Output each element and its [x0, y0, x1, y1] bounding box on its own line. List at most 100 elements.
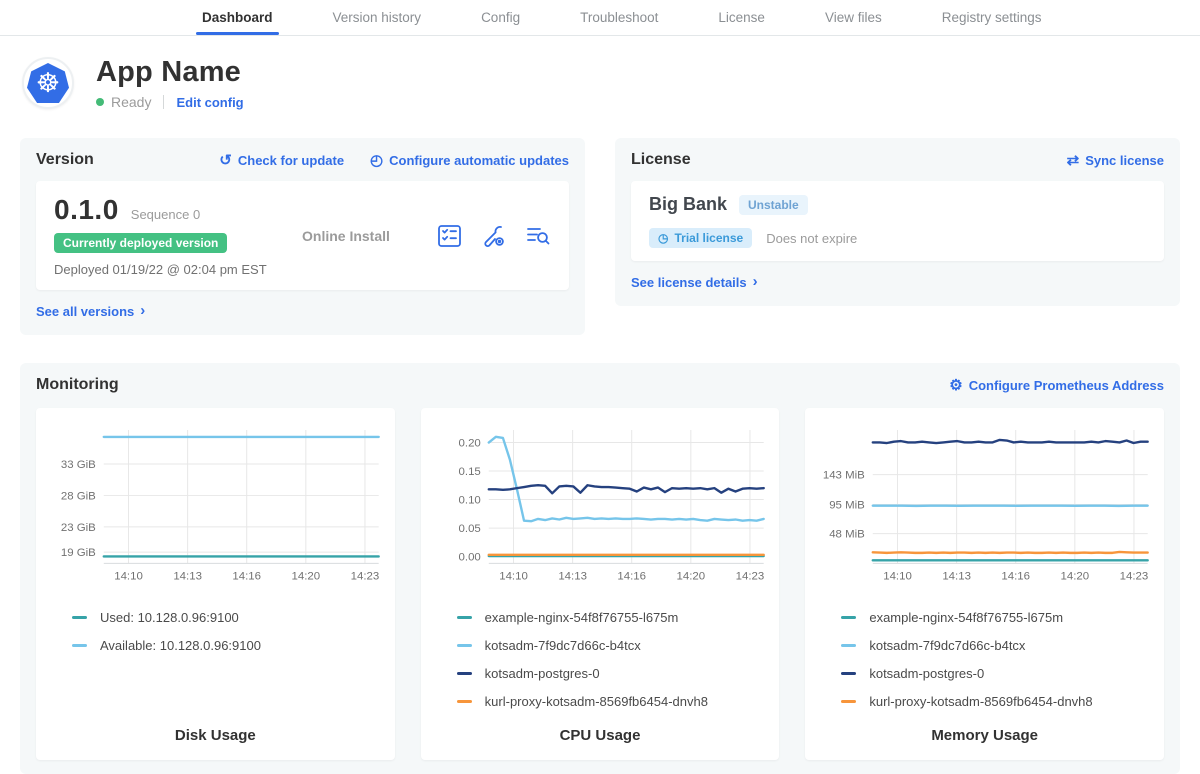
- legend-swatch: [841, 616, 856, 619]
- expiry-text: Does not expire: [766, 231, 857, 246]
- legend-item: example-nginx-54f8f76755-l675m: [841, 610, 1156, 625]
- legend-swatch: [457, 644, 472, 647]
- svg-text:14:10: 14:10: [884, 570, 913, 582]
- memory-usage-chart-panel: 143 MiB95 MiB48 MiB14:1014:1314:1614:201…: [805, 408, 1164, 760]
- tab-dashboard[interactable]: Dashboard: [178, 0, 297, 35]
- svg-text:14:16: 14:16: [1002, 570, 1031, 582]
- app-header: ☸ App Name Ready Edit config: [22, 56, 1200, 110]
- edit-config-link[interactable]: Edit config: [176, 95, 243, 110]
- config-wrench-icon[interactable]: [481, 224, 507, 248]
- legend-item: Used: 10.128.0.96:9100: [72, 610, 387, 625]
- preflight-checks-icon[interactable]: [437, 224, 463, 248]
- svg-text:48 MiB: 48 MiB: [830, 529, 866, 541]
- divider: [163, 95, 164, 109]
- svg-text:14:13: 14:13: [943, 570, 972, 582]
- disk-usage-chart-panel: 33 GiB28 GiB23 GiB19 GiB14:1014:1314:161…: [36, 408, 395, 760]
- svg-text:14:10: 14:10: [499, 570, 528, 582]
- chevron-right-icon: ›: [140, 302, 145, 319]
- chart-plot: 143 MiB95 MiB48 MiB14:1014:1314:1614:201…: [813, 420, 1156, 589]
- stopwatch-icon: ◷: [658, 231, 668, 245]
- tab-registry-settings[interactable]: Registry settings: [918, 0, 1066, 35]
- sync-license-link[interactable]: ⇄ Sync license: [1067, 153, 1164, 168]
- chart-title: CPU Usage: [429, 709, 772, 744]
- page-title: App Name: [96, 56, 244, 89]
- chart-legend: example-nginx-54f8f76755-l675m kotsadm-7f…: [457, 597, 772, 709]
- check-for-update-link[interactable]: ↺ Check for update: [219, 153, 344, 168]
- configure-prometheus-link[interactable]: ⚙ Configure Prometheus Address: [949, 378, 1164, 393]
- svg-text:0.05: 0.05: [458, 523, 480, 535]
- license-panel: Big Bank Unstable ◷ Trial license Does n…: [631, 181, 1164, 261]
- svg-text:0.00: 0.00: [458, 552, 480, 564]
- current-version-panel: 0.1.0 Sequence 0 Currently deployed vers…: [36, 181, 569, 290]
- chart-legend: Used: 10.128.0.96:9100 Available: 10.128.…: [72, 597, 387, 653]
- svg-text:14:16: 14:16: [232, 570, 261, 582]
- svg-text:14:23: 14:23: [1120, 570, 1149, 582]
- top-navigation: Dashboard Version history Config Trouble…: [0, 0, 1200, 36]
- legend-label: Used: 10.128.0.96:9100: [100, 610, 239, 625]
- legend-swatch: [72, 644, 87, 647]
- cpu-usage-chart-panel: 0.20 0.15 0.10 0.05 0.00 14:10 14:13 14:16 14:20…: [421, 408, 780, 760]
- svg-text:143 MiB: 143 MiB: [823, 470, 865, 482]
- tab-license[interactable]: License: [694, 0, 789, 35]
- svg-text:14:20: 14:20: [676, 570, 705, 582]
- configure-automatic-updates-link[interactable]: ◴ Configure automatic updates: [370, 153, 569, 168]
- monitoring-title: Monitoring: [36, 376, 119, 394]
- sync-license-label: Sync license: [1085, 153, 1164, 168]
- legend-item: kotsadm-postgres-0: [457, 666, 772, 681]
- svg-text:95 MiB: 95 MiB: [830, 499, 866, 511]
- chart-svg: 143 MiB95 MiB48 MiB14:1014:1314:1614:201…: [813, 420, 1156, 589]
- chart-svg: 0.20 0.15 0.10 0.05 0.00 14:10 14:13 14:16 14:20…: [429, 420, 772, 589]
- chart-title: Memory Usage: [813, 709, 1156, 744]
- svg-text:14:16: 14:16: [617, 570, 646, 582]
- install-type-label: Online Install: [302, 228, 437, 244]
- deployed-badge: Currently deployed version: [54, 233, 227, 253]
- chart-title: Disk Usage: [44, 709, 387, 744]
- legend-item: example-nginx-54f8f76755-l675m: [457, 610, 772, 625]
- trial-license-badge: ◷ Trial license: [649, 228, 752, 248]
- svg-text:28 GiB: 28 GiB: [61, 490, 96, 502]
- license-card-title: License: [631, 151, 691, 169]
- see-license-details-link[interactable]: See license details ›: [631, 274, 758, 291]
- chart-svg: 33 GiB28 GiB23 GiB19 GiB14:1014:1314:161…: [44, 420, 387, 589]
- legend-label: kotsadm-7f9dc7d66c-b4tcx: [869, 638, 1025, 653]
- svg-text:0.20: 0.20: [458, 437, 480, 449]
- svg-text:14:13: 14:13: [558, 570, 587, 582]
- legend-swatch: [457, 700, 472, 703]
- legend-swatch: [457, 672, 472, 675]
- legend-label: kotsadm-postgres-0: [869, 666, 984, 681]
- svg-text:19 GiB: 19 GiB: [61, 547, 96, 559]
- svg-text:14:23: 14:23: [351, 570, 380, 582]
- tab-version-history[interactable]: Version history: [309, 0, 446, 35]
- chevron-right-icon: ›: [753, 273, 758, 290]
- legend-swatch: [457, 616, 472, 619]
- app-logo: ☸: [22, 57, 74, 109]
- see-license-details-label: See license details: [631, 275, 747, 290]
- configure-prometheus-label: Configure Prometheus Address: [969, 378, 1164, 393]
- legend-item: kurl-proxy-kotsadm-8569fb6454-dnvh8: [457, 694, 772, 709]
- legend-item: Available: 10.128.0.96:9100: [72, 638, 387, 653]
- chart-legend: example-nginx-54f8f76755-l675m kotsadm-7f…: [841, 597, 1156, 709]
- version-number: 0.1.0: [54, 194, 119, 226]
- tab-view-files[interactable]: View files: [801, 0, 906, 35]
- see-all-versions-link[interactable]: See all versions ›: [36, 303, 145, 320]
- version-card: Version ↺ Check for update ◴ Configure a…: [20, 138, 585, 335]
- status-dot: [96, 98, 104, 106]
- legend-item: kotsadm-7f9dc7d66c-b4tcx: [841, 638, 1156, 653]
- legend-swatch: [841, 672, 856, 675]
- legend-item: kotsadm-7f9dc7d66c-b4tcx: [457, 638, 772, 653]
- svg-text:14:20: 14:20: [292, 570, 321, 582]
- legend-swatch: [72, 616, 87, 619]
- legend-swatch: [841, 700, 856, 703]
- tab-config[interactable]: Config: [457, 0, 544, 35]
- tab-troubleshoot[interactable]: Troubleshoot: [556, 0, 682, 35]
- legend-label: kotsadm-postgres-0: [485, 666, 600, 681]
- view-logs-icon[interactable]: [525, 224, 551, 248]
- svg-text:0.10: 0.10: [458, 495, 480, 507]
- clock-arrow-icon: ◴: [370, 153, 383, 168]
- legend-label: kurl-proxy-kotsadm-8569fb6454-dnvh8: [869, 694, 1092, 709]
- svg-text:14:13: 14:13: [173, 570, 202, 582]
- svg-text:0.15: 0.15: [458, 466, 480, 478]
- legend-item: kurl-proxy-kotsadm-8569fb6454-dnvh8: [841, 694, 1156, 709]
- version-card-title: Version: [36, 151, 94, 169]
- legend-label: example-nginx-54f8f76755-l675m: [869, 610, 1063, 625]
